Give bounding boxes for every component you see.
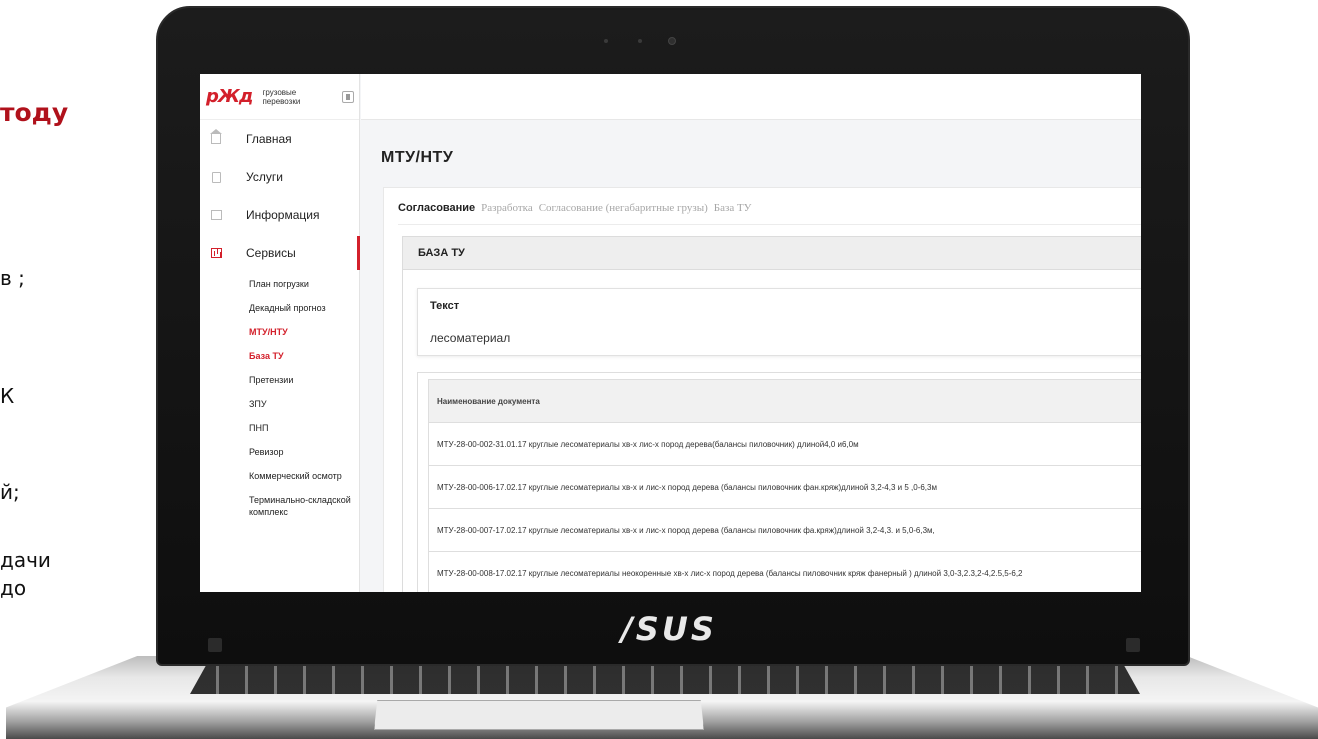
search-field[interactable]: Текст лесоматериал [417, 288, 1141, 356]
submenu-item-terminal-warehouse[interactable]: Терминально-складской комплекс [249, 488, 359, 524]
table-row[interactable]: МТУ-28-00-007-17.02.17 круглые лесоматер… [429, 509, 1141, 552]
slide-text-line: до [0, 576, 27, 600]
rzd-logo[interactable]: рЖд [206, 86, 253, 107]
slide-title-fragment: тоду [0, 98, 69, 127]
sidebar-item-label: Главная [246, 132, 292, 146]
chart-icon [210, 247, 222, 259]
camera-sensor-dot [604, 39, 608, 43]
lid-bumper [1126, 638, 1140, 652]
sidebar-collapse-button[interactable] [342, 90, 355, 103]
submenu-item-tu-base[interactable]: База ТУ [249, 344, 359, 368]
logo-subtitle: грузовые перевозки [262, 88, 322, 106]
slide-text-line: дачи [0, 548, 51, 572]
sidebar-item-label: Услуги [246, 170, 283, 184]
app-logo-row: рЖд грузовые перевозки [200, 74, 359, 120]
tu-base-panel: БАЗА ТУ Текст лесоматериал Наименование … [402, 236, 1141, 592]
tab-approval-oversized[interactable]: Согласование (негабаритные грузы) [539, 202, 708, 214]
sidebar-item-label: Сервисы [246, 246, 296, 260]
table-header-document-name: Наименование документа [429, 380, 1141, 423]
slide-text-line: в ; [0, 266, 25, 290]
slide-text-line: К [0, 384, 15, 408]
tab-approval[interactable]: Согласование [398, 202, 475, 214]
laptop-brand-logo: /SUS [621, 610, 717, 648]
sidebar-item-home[interactable]: Главная [200, 120, 359, 158]
tab-development[interactable]: Разработка [481, 202, 533, 214]
submenu-item-pnp[interactable]: ПНП [249, 416, 359, 440]
documents-table-inner: Наименование документа МТУ-28-00-002-31.… [428, 379, 1141, 592]
tab-bar: Согласование Разработка Согласование (не… [398, 202, 757, 214]
sidebar-submenu: План погрузки Декадный прогноз МТУ/НТУ Б… [200, 272, 359, 524]
submenu-item-mtu-ntu[interactable]: МТУ/НТУ [249, 320, 359, 344]
page-title: МТУ/НТУ [381, 149, 454, 166]
documents-table: Наименование документа МТУ-28-00-002-31.… [417, 372, 1141, 592]
slide-text-line: й; [0, 480, 20, 504]
logo-subtitle-line: грузовые [262, 87, 297, 97]
table-row[interactable]: МТУ-28-00-006-17.02.17 круглые лесоматер… [429, 466, 1141, 509]
camera-sensor-dot [638, 39, 642, 43]
document-icon [210, 171, 222, 183]
slide-text-block: дачи до [0, 546, 51, 602]
lid-bumper [208, 638, 222, 652]
laptop-screen: рЖд грузовые перевозки Главная Услуги Ин… [200, 74, 1141, 592]
content-card: Согласование Разработка Согласование (не… [383, 187, 1141, 592]
logo-subtitle-line: перевозки [262, 96, 301, 106]
sidebar-item-information[interactable]: Информация [200, 196, 359, 234]
search-label: Текст [430, 300, 460, 312]
submenu-item-auditor[interactable]: Ревизор [249, 440, 359, 464]
sidebar-item-services[interactable]: Услуги [200, 158, 359, 196]
submenu-item-commercial-inspection[interactable]: Коммерческий осмотр [249, 464, 359, 488]
search-input[interactable]: лесоматериал [430, 331, 510, 345]
home-icon [210, 129, 222, 145]
submenu-item-loading-plan[interactable]: План погрузки [249, 272, 359, 296]
sidebar: рЖд грузовые перевозки Главная Услуги Ин… [200, 74, 360, 592]
webcam-icon [668, 37, 676, 45]
table-row[interactable]: МТУ-28-00-008-17.02.17 круглые лесоматер… [429, 552, 1141, 592]
laptop-touchpad [374, 700, 704, 730]
tab-tu-base[interactable]: База ТУ [714, 202, 752, 214]
sidebar-item-label: Информация [246, 208, 320, 222]
submenu-item-claims[interactable]: Претензии [249, 368, 359, 392]
table-row[interactable]: МТУ-28-00-002-31.01.17 круглые лесоматер… [429, 423, 1141, 466]
collapse-icon [346, 93, 351, 100]
submenu-item-decade-forecast[interactable]: Декадный прогноз [249, 296, 359, 320]
info-icon [210, 209, 222, 221]
sidebar-menu: Главная Услуги Информация Сервисы [200, 120, 360, 272]
sidebar-item-tools[interactable]: Сервисы [200, 234, 360, 272]
submenu-item-zpu[interactable]: ЗПУ [249, 392, 359, 416]
top-bar [361, 74, 1141, 120]
tab-divider [398, 224, 1141, 225]
panel-header: БАЗА ТУ [403, 237, 1141, 270]
